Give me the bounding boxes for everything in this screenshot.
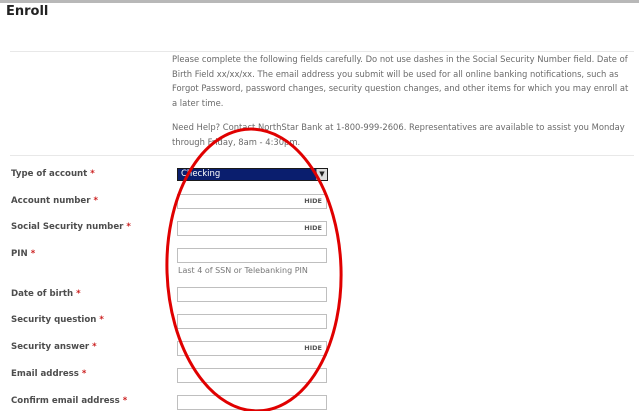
dob-field (177, 287, 327, 307)
required-marker: * (90, 169, 95, 179)
required-marker: * (76, 289, 81, 299)
security-answer-hide-button[interactable]: HIDE (304, 344, 322, 352)
account-type-selected: Checking (181, 169, 221, 179)
ssn-label: Social Security number * (11, 222, 131, 232)
security-question-field (177, 314, 327, 334)
security-answer-field: HIDE (177, 341, 327, 361)
account-number-hide-button[interactable]: HIDE (304, 197, 322, 205)
pin-hint: Last 4 of SSN or Telebanking PIN (178, 266, 308, 275)
pin-label: PIN * (11, 249, 36, 259)
required-marker: * (99, 315, 104, 325)
pin-field (177, 248, 327, 268)
account-number-field: HIDE (177, 194, 327, 214)
confirm-email-input[interactable] (178, 402, 326, 415)
security-question-input[interactable] (178, 321, 326, 334)
confirm-email-field (177, 395, 327, 415)
dob-input[interactable] (178, 294, 326, 307)
account-type-label: Type of account * (11, 169, 95, 179)
email-field (177, 368, 327, 388)
email-label: Email address * (11, 369, 87, 379)
confirm-email-label: Confirm email address * (11, 396, 128, 406)
ssn-field: HIDE (177, 221, 327, 241)
instructions-text: Please complete the following fields car… (172, 54, 629, 108)
email-input[interactable] (178, 375, 326, 388)
required-marker: * (126, 222, 131, 232)
dropdown-arrow-icon[interactable]: ▼ (316, 169, 327, 180)
required-marker: * (122, 396, 128, 406)
ssn-hide-button[interactable]: HIDE (304, 224, 322, 232)
help-text: Need Help? Contact NorthStar Bank at 1-8… (172, 122, 625, 147)
required-marker: * (93, 196, 99, 206)
required-marker: * (81, 369, 87, 379)
required-marker: * (30, 249, 36, 259)
account-type-select[interactable]: Checking ▼ (177, 168, 328, 181)
page-title: Enroll (6, 4, 49, 19)
required-marker: * (92, 342, 97, 352)
divider-form (10, 155, 634, 156)
account-number-label: Account number * (11, 196, 98, 206)
security-question-label: Security question * (11, 315, 104, 325)
top-border (0, 0, 639, 3)
security-answer-label: Security answer * (11, 342, 97, 352)
dob-label: Date of birth * (11, 289, 81, 299)
